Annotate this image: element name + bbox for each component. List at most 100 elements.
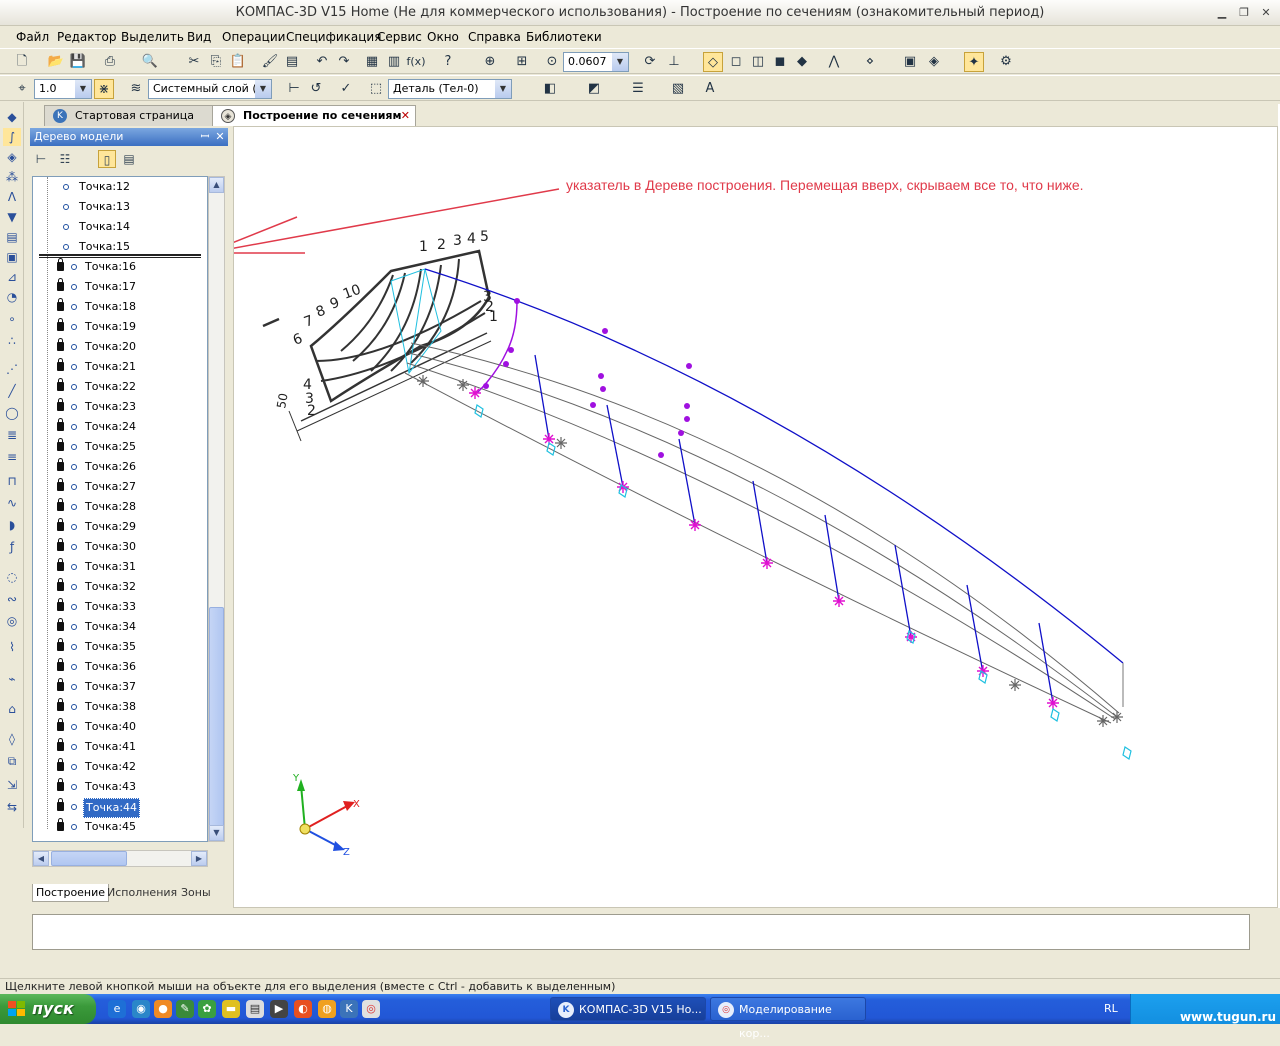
chevron-down-icon[interactable]: ▼ [495,80,511,98]
tree-vertical-scrollbar[interactable]: ▲ ▼ [208,176,225,842]
maximize-button[interactable]: ❐ [1236,6,1252,20]
paste-icon[interactable]: 📋 [228,52,248,72]
save-icon[interactable]: 💾 [68,52,88,72]
tree-item-locked[interactable]: Точка:26 [33,457,207,477]
open-file-icon[interactable]: 📂 [46,52,66,72]
context-help-icon[interactable]: ? [438,52,458,72]
close-button[interactable]: ✕ [1258,6,1274,20]
app-icon[interactable]: ✿ [198,1000,216,1018]
tree-item-locked[interactable]: Точка:22 [33,377,207,397]
model-viewport[interactable]: 1 2 3 4 5 10 9 8 7 6 3 2 1 4 3 2 50 Y X … [233,126,1278,908]
print-icon[interactable]: ⎙ [100,52,120,72]
tree-item-locked[interactable]: Точка:16 [33,257,207,277]
tab-sections[interactable]: ◈ Построение по сечениям ✕ [212,105,416,126]
format-brush-icon[interactable]: 🖌 [260,52,280,72]
tree-item-locked[interactable]: Точка:34 [33,617,207,637]
measure-icon[interactable]: ⊿ [3,268,21,286]
scroll-down-icon[interactable]: ▼ [209,825,224,841]
offset-curve-icon[interactable]: ◎ [3,612,21,630]
minimize-button[interactable]: ▁ [1214,6,1230,20]
tree-item-locked[interactable]: Точка:41 [33,737,207,757]
polyline-icon[interactable]: ⊓ [3,472,21,490]
menu-specification[interactable]: Спецификация [286,30,381,44]
tree-item-locked[interactable]: Точка:40 [33,717,207,737]
tree-item-locked[interactable]: Точка:17 [33,277,207,297]
settings-icon[interactable]: ⚙ [996,52,1016,72]
text-style-icon[interactable]: A [700,79,720,99]
sheet-icon[interactable]: ◔ [3,288,21,306]
menu-service[interactable]: Сервис [377,30,422,44]
tree-item-locked[interactable]: Точка:21 [33,357,207,377]
tree-item-locked[interactable]: Точка:43 [33,777,207,797]
points-by-curve-icon[interactable]: ∴ [3,332,21,350]
detail-combo[interactable]: Деталь (Тел-0) ▼ [388,79,512,99]
variables-button[interactable]: f(x) [406,52,426,72]
copy-icon[interactable]: ⎘ [206,52,226,72]
scroll-left-icon[interactable]: ◀ [33,851,49,866]
style-icon[interactable]: ◧ [540,79,560,99]
tree-item-locked[interactable]: Точка:28 [33,497,207,517]
notepad-icon[interactable]: ▤ [246,1000,264,1018]
hscroll-thumb[interactable] [51,851,127,866]
firefox-icon[interactable]: ● [154,1000,172,1018]
material-icon[interactable]: ◈ [924,52,944,72]
edit-details-icon[interactable]: ◆ [3,108,21,126]
kompas-quick-icon[interactable]: K [340,1000,358,1018]
break-icon[interactable]: ⌂ [3,700,21,718]
move-tool-icon[interactable]: ⇲ [3,776,21,794]
tab-construction[interactable]: Построение [32,884,110,902]
curve-curve-icon[interactable]: ∾ [3,590,21,608]
menu-operations[interactable]: Операции [222,30,285,44]
point-tool-icon[interactable]: ∘ [3,310,21,328]
menu-select[interactable]: Выделить [121,30,184,44]
tree-display-icon[interactable]: ▯ [98,150,116,168]
spec-icon[interactable]: ▥ [384,52,404,72]
orientation-icon[interactable]: ⊥ [664,52,684,72]
tool-icon[interactable]: ✎ [176,1000,194,1018]
tab-start-page[interactable]: K Стартовая страница [44,105,216,126]
check-icon[interactable]: ✓ [336,79,356,99]
tree-item-locked[interactable]: Точка:42 [33,757,207,777]
scroll-right-icon[interactable]: ▶ [191,851,207,866]
copy-tool-icon[interactable]: ⧉ [3,752,21,770]
tree-details-icon[interactable]: ▤ [120,150,138,168]
zoom-window-icon[interactable]: ⊞ [512,52,532,72]
filter-icon[interactable]: ⋀ [824,52,844,72]
nurbs-icon[interactable]: ◗ [3,516,21,534]
chrome-icon[interactable]: ◎ [362,1000,380,1018]
messenger-icon[interactable]: ◉ [132,1000,150,1018]
chevron-down-icon[interactable]: ▼ [612,53,628,71]
tree-item-locked[interactable]: Точка:23 [33,397,207,417]
menu-window[interactable]: Окно [427,30,459,44]
scroll-thumb[interactable] [209,607,224,827]
player-icon[interactable]: ◐ [294,1000,312,1018]
circle-tool-icon[interactable]: ◯ [3,404,21,422]
tab-zones[interactable]: Зоны [178,884,214,902]
tree-item-locked[interactable]: Точка:19 [33,317,207,337]
tab-variants[interactable]: Исполнения [104,884,180,902]
tree-item-locked[interactable]: Точка:33 [33,597,207,617]
shaded-icon[interactable]: ◼ [770,52,790,72]
library-icon[interactable]: ✦ [964,52,984,72]
reports-icon[interactable]: ▣ [3,248,21,266]
arrays-icon[interactable]: ⁂ [3,168,21,186]
tree-item-locked[interactable]: Точка:18 [33,297,207,317]
preview-icon[interactable]: 🔍 [140,52,160,72]
spiral-icon[interactable]: ≡ [3,448,21,466]
tree-list-icon[interactable]: ☷ [56,150,74,168]
step-combo[interactable]: 1.0 ▼ [34,79,92,99]
part-icon[interactable]: ⬚ [366,79,386,99]
redo-icon[interactable]: ↷ [334,52,354,72]
menu-edit[interactable]: Редактор [57,30,116,44]
mirror-tool-icon[interactable]: ⇆ [3,798,21,816]
tree-pointer-marker[interactable] [39,254,201,256]
menu-file[interactable]: Файл [16,30,49,44]
shaded-edges-icon[interactable]: ◆ [792,52,812,72]
tree-item-locked[interactable]: Точка:38 [33,697,207,717]
folder-icon[interactable]: ▬ [222,1000,240,1018]
layers-icon[interactable]: ≋ [126,79,146,99]
filter-tool-icon[interactable]: ▼ [3,208,21,226]
chevron-down-icon[interactable]: ▼ [255,80,271,98]
tree-item-locked[interactable]: Точка:30 [33,537,207,557]
layer-combo[interactable]: Системный слой (0) ▼ [148,79,272,99]
